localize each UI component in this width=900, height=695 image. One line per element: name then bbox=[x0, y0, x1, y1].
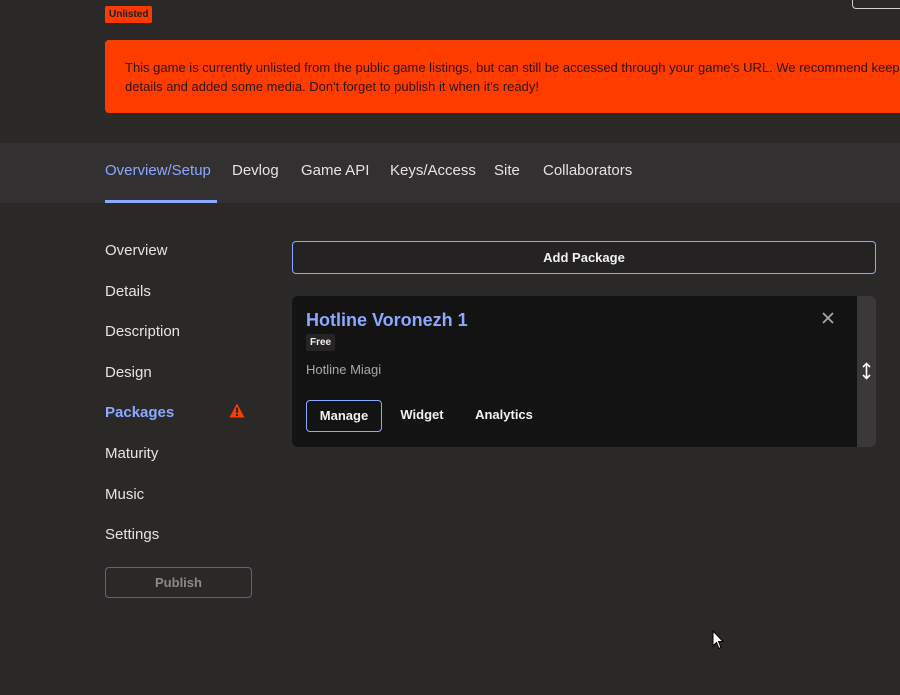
analytics-button[interactable]: Analytics bbox=[468, 400, 540, 432]
publish-button[interactable]: Publish bbox=[105, 567, 252, 598]
tab-overview-setup[interactable]: Overview/Setup bbox=[105, 143, 217, 203]
sidebar-item-maturity[interactable]: Maturity bbox=[105, 445, 158, 463]
package-file-name: Hotline Miagi bbox=[306, 362, 382, 377]
sidebar-item-overview[interactable]: Overview bbox=[105, 242, 168, 260]
header-region: Unlisted This game is currently unlisted… bbox=[0, 0, 900, 143]
tabs-bar: Overview/Setup Devlog Game API Keys/Acce… bbox=[0, 143, 900, 203]
sidebar-item-music[interactable]: Music bbox=[105, 486, 144, 504]
add-package-button[interactable]: Add Package bbox=[292, 241, 876, 274]
sidebar-item-design[interactable]: Design bbox=[105, 364, 152, 382]
tab-devlog[interactable]: Devlog bbox=[232, 143, 279, 203]
alert-text-line-1: This game is currently unlisted from the… bbox=[125, 60, 900, 75]
price-badge: Free bbox=[306, 334, 336, 351]
package-title[interactable]: Hotline Voronezh 1 bbox=[306, 310, 468, 331]
sidebar-item-details[interactable]: Details bbox=[105, 283, 151, 301]
tab-collaborators[interactable]: Collaborators bbox=[543, 143, 632, 203]
top-right-button[interactable] bbox=[852, 0, 900, 9]
tab-keys-access[interactable]: Keys/Access bbox=[390, 143, 476, 203]
tab-site[interactable]: Site bbox=[494, 143, 520, 203]
manage-button[interactable]: Manage bbox=[306, 400, 382, 432]
close-icon[interactable] bbox=[820, 310, 836, 326]
drag-handle[interactable] bbox=[857, 296, 876, 447]
tab-game-api[interactable]: Game API bbox=[301, 143, 369, 203]
page: Unlisted This game is currently unlisted… bbox=[0, 0, 900, 695]
widget-button[interactable]: Widget bbox=[392, 400, 452, 432]
resize-vertical-icon bbox=[862, 362, 871, 380]
warning-icon bbox=[229, 403, 245, 418]
unlisted-alert-banner: This game is currently unlisted from the… bbox=[105, 40, 900, 113]
mouse-cursor-icon bbox=[712, 630, 724, 650]
sidebar-item-packages[interactable]: Packages bbox=[105, 404, 174, 422]
sidebar-item-settings[interactable]: Settings bbox=[105, 526, 159, 544]
unlisted-badge: Unlisted bbox=[105, 6, 153, 23]
package-card: Hotline Voronezh 1 Free Hotline Miagi Ma… bbox=[292, 296, 876, 447]
sidebar-item-description[interactable]: Description bbox=[105, 323, 180, 341]
alert-text-line-2: details and added some media. Don't forg… bbox=[125, 79, 539, 94]
